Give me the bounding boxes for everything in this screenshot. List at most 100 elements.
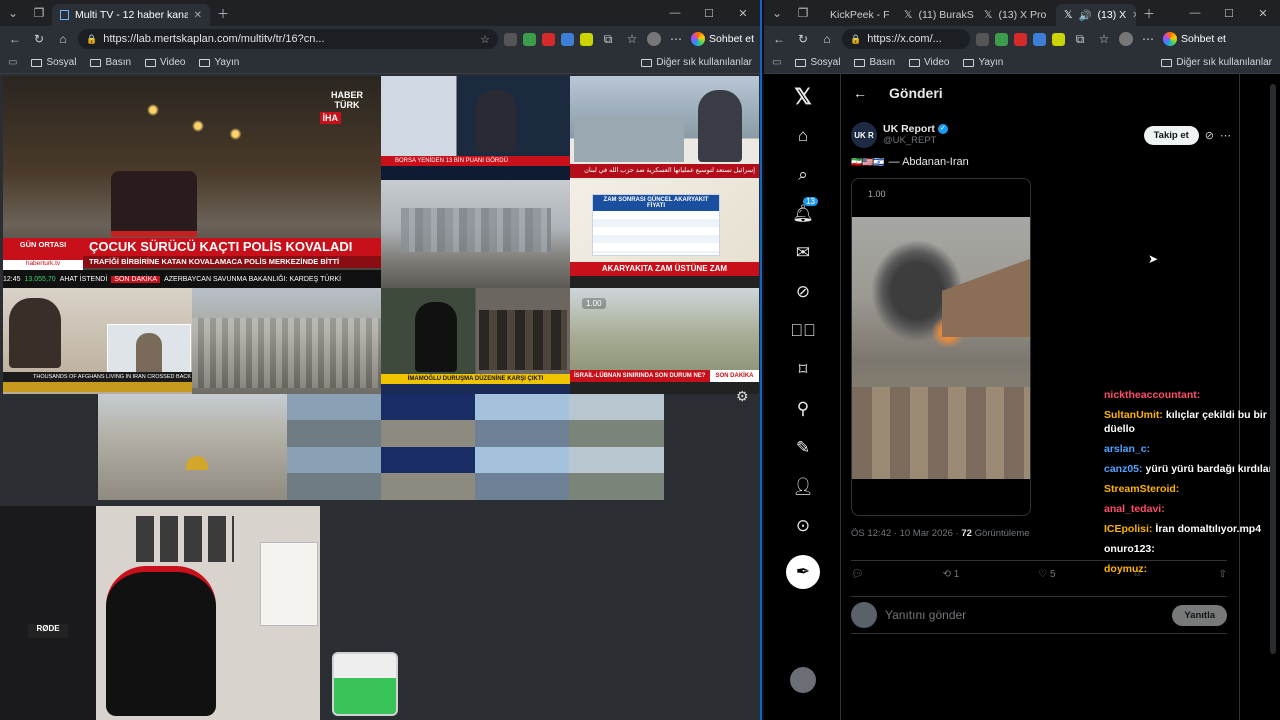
profile-avatar[interactable] bbox=[647, 32, 662, 46]
video-tile-aerial[interactable] bbox=[192, 288, 381, 394]
new-tab-icon[interactable]: ＋ bbox=[1136, 0, 1162, 26]
video-tile-jerusalem[interactable] bbox=[98, 394, 287, 500]
speaker-icon[interactable]: 🔊 bbox=[1078, 9, 1091, 22]
x-logo-icon[interactable]: 𝕏 bbox=[788, 82, 818, 112]
extension-icon[interactable] bbox=[1014, 32, 1027, 46]
notifications-icon[interactable]: 🔔︎ 13 bbox=[788, 197, 818, 229]
tab-multitv[interactable]: Multi TV - 12 haber kanalını aynı a ✕ bbox=[52, 4, 210, 26]
video-tile-cam-grid-d[interactable] bbox=[569, 394, 664, 500]
retweet-button[interactable]: ⟲ 1 bbox=[943, 569, 960, 580]
grok-explain-icon[interactable]: ⊘ bbox=[1205, 129, 1214, 142]
maximize-icon[interactable]: ☐ bbox=[1212, 7, 1246, 20]
compose-post-icon[interactable]: ✒ bbox=[786, 555, 820, 589]
video-tile-israil[interactable]: 1.00 İSRAİL-LÜBNAN SINIRINDA SON DURUM N… bbox=[570, 288, 759, 394]
home-icon[interactable]: ⌂ bbox=[788, 121, 818, 151]
bookmark-folder[interactable]: Video bbox=[145, 57, 185, 68]
settings-gear-icon[interactable]: ⚙ bbox=[736, 388, 749, 405]
workspaces-icon[interactable]: ❐ bbox=[26, 0, 52, 26]
account-avatar[interactable] bbox=[790, 667, 816, 693]
articles-icon[interactable]: ✎ bbox=[788, 433, 818, 463]
profile-avatar[interactable] bbox=[1119, 32, 1133, 46]
profile-icon[interactable]: 👤︎ bbox=[788, 472, 818, 502]
copilot-chat-button[interactable]: Sohbet et bbox=[1163, 32, 1226, 46]
close-window-icon[interactable]: ✕ bbox=[726, 7, 760, 20]
url-field[interactable]: 🔒 https://x.com/... bbox=[842, 29, 970, 49]
maximize-icon[interactable]: ☐ bbox=[692, 7, 726, 20]
more-circle-icon[interactable]: ⊙ bbox=[788, 511, 818, 541]
other-bookmarks[interactable]: Diğer sık kullanılanlar bbox=[1161, 57, 1272, 68]
reload-icon[interactable]: ↻ bbox=[794, 32, 812, 46]
tab-x-burak[interactable]: 𝕏 (11) BurakS bbox=[896, 4, 976, 26]
video-tile-haberturk[interactable]: HABER TÜRK İHA GÜN ORTASI haberturk.tv Ç… bbox=[3, 76, 381, 288]
minimize-icon[interactable]: — bbox=[1178, 7, 1212, 20]
minimize-icon[interactable]: — bbox=[658, 7, 692, 20]
home-icon[interactable]: ⌂ bbox=[818, 32, 836, 46]
video-tile-cam-grid-b[interactable] bbox=[381, 394, 475, 500]
bookmarks-icon[interactable]: ⌑ bbox=[788, 355, 818, 385]
verified-icon[interactable]: ✓⃝ bbox=[788, 316, 818, 346]
sidebar-toggle-icon[interactable]: ▭ bbox=[772, 57, 781, 68]
favorites-icon[interactable]: ☆ bbox=[623, 32, 641, 46]
more-icon[interactable]: ⋯ bbox=[667, 32, 685, 46]
x-scrollbar[interactable] bbox=[1270, 84, 1276, 654]
extension-icon[interactable] bbox=[1052, 32, 1065, 46]
author-name[interactable]: UK Report bbox=[883, 123, 935, 135]
search-icon[interactable]: ⌕ bbox=[788, 160, 818, 190]
favorites-icon[interactable]: ☆ bbox=[1095, 32, 1113, 46]
bookmark-folder[interactable]: Sosyal bbox=[795, 57, 840, 68]
reply-icon[interactable]: 💬︎ bbox=[851, 569, 864, 580]
communities-icon[interactable]: ⚲ bbox=[788, 394, 818, 424]
bookmark-folder[interactable]: Video bbox=[909, 57, 949, 68]
back-icon[interactable]: ← bbox=[6, 32, 24, 46]
extension-icon[interactable] bbox=[995, 32, 1008, 46]
new-tab-icon[interactable]: ＋ bbox=[210, 0, 236, 26]
video-tile-akaryakit[interactable]: ZAM SONRASI GÜNCEL AKARYAKIT FİYATI AKAR… bbox=[570, 180, 759, 288]
close-tab-icon[interactable]: ✕ bbox=[194, 10, 202, 21]
messages-icon[interactable]: ✉ bbox=[788, 238, 818, 268]
tab-actions-icon[interactable]: ⌄ bbox=[764, 0, 790, 26]
bookmark-folder[interactable]: Yayın bbox=[199, 57, 239, 68]
bookmark-folder[interactable]: Yayın bbox=[963, 57, 1003, 68]
author-avatar[interactable]: UK R bbox=[851, 122, 877, 148]
follow-button[interactable]: Takip et bbox=[1143, 125, 1199, 145]
extension-icon[interactable] bbox=[1033, 32, 1046, 46]
bookmark-folder[interactable]: Basın bbox=[90, 57, 131, 68]
video-tile-borsa[interactable]: BORSA YENİDEN 13 BİN PUANI GÖRDÜ bbox=[381, 76, 570, 180]
bookmark-folder[interactable]: Basın bbox=[854, 57, 895, 68]
grok-icon[interactable]: ⊘ bbox=[788, 277, 818, 307]
close-window-icon[interactable]: ✕ bbox=[1246, 7, 1280, 20]
more-icon[interactable]: ⋯ bbox=[1139, 32, 1157, 46]
video-tile-cam-grid-a[interactable] bbox=[287, 394, 381, 500]
collections-icon[interactable]: ⧉ bbox=[599, 32, 617, 47]
like-button[interactable]: ♡ 5 bbox=[1038, 569, 1055, 580]
video-tile-arabic[interactable]: إسرائيل تستعد لتوسيع عملياتها العسكرية ض… bbox=[570, 76, 759, 180]
reply-input[interactable]: Yanıtını gönder bbox=[885, 608, 1164, 622]
workspaces-icon[interactable]: ❐ bbox=[790, 0, 816, 26]
reload-icon[interactable]: ↻ bbox=[30, 32, 48, 46]
tab-x-pro[interactable]: 𝕏 (13) X Pro bbox=[976, 4, 1056, 26]
extension-icon[interactable] bbox=[976, 32, 989, 46]
post-more-icon[interactable]: ⋯ bbox=[1220, 129, 1231, 142]
reply-button[interactable]: Yanıtla bbox=[1172, 604, 1227, 626]
tab-x-current[interactable]: 𝕏 🔊 (13) X ✕ bbox=[1056, 4, 1136, 26]
back-arrow-icon[interactable]: ← bbox=[853, 85, 867, 101]
post-video[interactable]: 1.00 bbox=[851, 178, 1031, 516]
copilot-chat-button[interactable]: Sohbet et bbox=[691, 32, 754, 46]
url-field[interactable]: 🔒 https://lab.mertskaplan.com/multitv/tr… bbox=[78, 29, 499, 49]
tab-kickpeek[interactable]: KickPeek - F bbox=[816, 4, 896, 26]
extension-icon[interactable] bbox=[580, 32, 594, 46]
home-icon[interactable]: ⌂ bbox=[54, 32, 72, 46]
video-tile-cam-grid-c[interactable] bbox=[475, 394, 569, 500]
sidebar-toggle-icon[interactable]: ▭ bbox=[8, 57, 17, 68]
video-tile-imamoglu[interactable]: İMAMOĞLU DURUŞMA DÜZENİNE KARŞI ÇIKTI bbox=[381, 288, 570, 394]
extension-icon[interactable] bbox=[542, 32, 556, 46]
bookmark-folder[interactable]: Sosyal bbox=[31, 57, 76, 68]
extension-icon[interactable] bbox=[504, 32, 518, 46]
tab-actions-icon[interactable]: ⌄ bbox=[0, 0, 26, 26]
collections-icon[interactable]: ⧉ bbox=[1071, 32, 1089, 47]
other-bookmarks[interactable]: Diğer sık kullanılanlar bbox=[641, 57, 752, 68]
video-tile-jazeera[interactable]: THOUSANDS OF AFGHANS LIVING IN IRAN CROS… bbox=[3, 288, 192, 394]
extension-icon[interactable] bbox=[561, 32, 575, 46]
back-icon[interactable]: ← bbox=[770, 32, 788, 46]
favorite-star-icon[interactable]: ☆ bbox=[480, 33, 490, 46]
